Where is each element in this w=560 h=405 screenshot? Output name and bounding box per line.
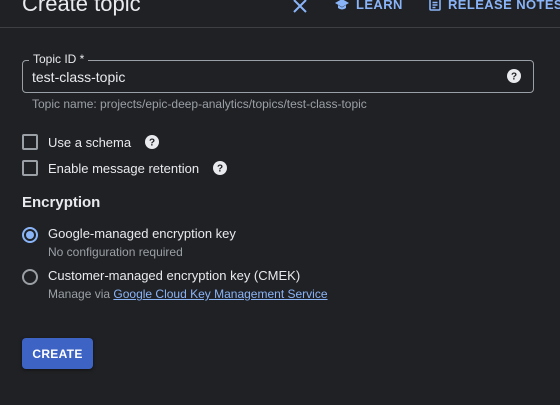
svg-text:?: ? — [149, 138, 155, 149]
cmek-radio[interactable] — [22, 269, 38, 285]
use-schema-help-button[interactable]: ? — [145, 135, 160, 149]
google-key-option: Google-managed encryption key No configu… — [22, 226, 236, 259]
svg-text:?: ? — [217, 164, 223, 175]
panel-header: Create topic LEARN RELEASE NOTES — [0, 0, 560, 28]
cmek-description: Manage via Google Cloud Key Management S… — [48, 287, 328, 301]
use-schema-option: Use a schema ? — [22, 134, 160, 150]
notes-icon — [429, 0, 441, 11]
retention-label: Enable message retention — [48, 160, 200, 176]
retention-checkbox[interactable] — [22, 160, 38, 176]
learn-label: LEARN — [356, 0, 403, 12]
topic-id-help-button[interactable]: ? — [507, 69, 521, 83]
page-title: Create topic — [22, 0, 141, 16]
use-schema-checkbox[interactable] — [22, 134, 38, 150]
svg-text:?: ? — [511, 72, 517, 83]
help-icon: ? — [145, 135, 160, 149]
release-notes-label: RELEASE NOTES — [448, 0, 560, 12]
create-button[interactable]: CREATE — [22, 338, 93, 369]
google-key-label: Google-managed encryption key — [48, 226, 236, 241]
google-key-radio[interactable] — [22, 227, 38, 243]
kms-link[interactable]: Google Cloud Key Management Service — [113, 287, 327, 301]
school-icon — [335, 0, 349, 9]
learn-button[interactable]: LEARN — [335, 0, 403, 12]
cmek-label: Customer-managed encryption key (CMEK) — [48, 268, 301, 283]
google-key-description: No configuration required — [48, 245, 183, 259]
cmek-option: Customer-managed encryption key (CMEK) M… — [22, 268, 328, 301]
retention-help-button[interactable]: ? — [213, 161, 228, 175]
help-icon: ? — [213, 161, 228, 175]
topic-id-input[interactable] — [32, 61, 492, 92]
encryption-heading: Encryption — [22, 194, 101, 211]
cmek-description-prefix: Manage via — [48, 287, 111, 301]
use-schema-label: Use a schema — [48, 134, 132, 150]
release-notes-button[interactable]: RELEASE NOTES — [429, 0, 560, 12]
topic-id-field: Topic ID * ? — [22, 52, 534, 93]
retention-option: Enable message retention ? — [22, 160, 228, 176]
topic-name-hint: Topic name: projects/epic-deep-analytics… — [32, 97, 367, 111]
close-button[interactable] — [290, 0, 310, 16]
close-icon — [293, 0, 307, 13]
help-icon: ? — [507, 69, 521, 83]
